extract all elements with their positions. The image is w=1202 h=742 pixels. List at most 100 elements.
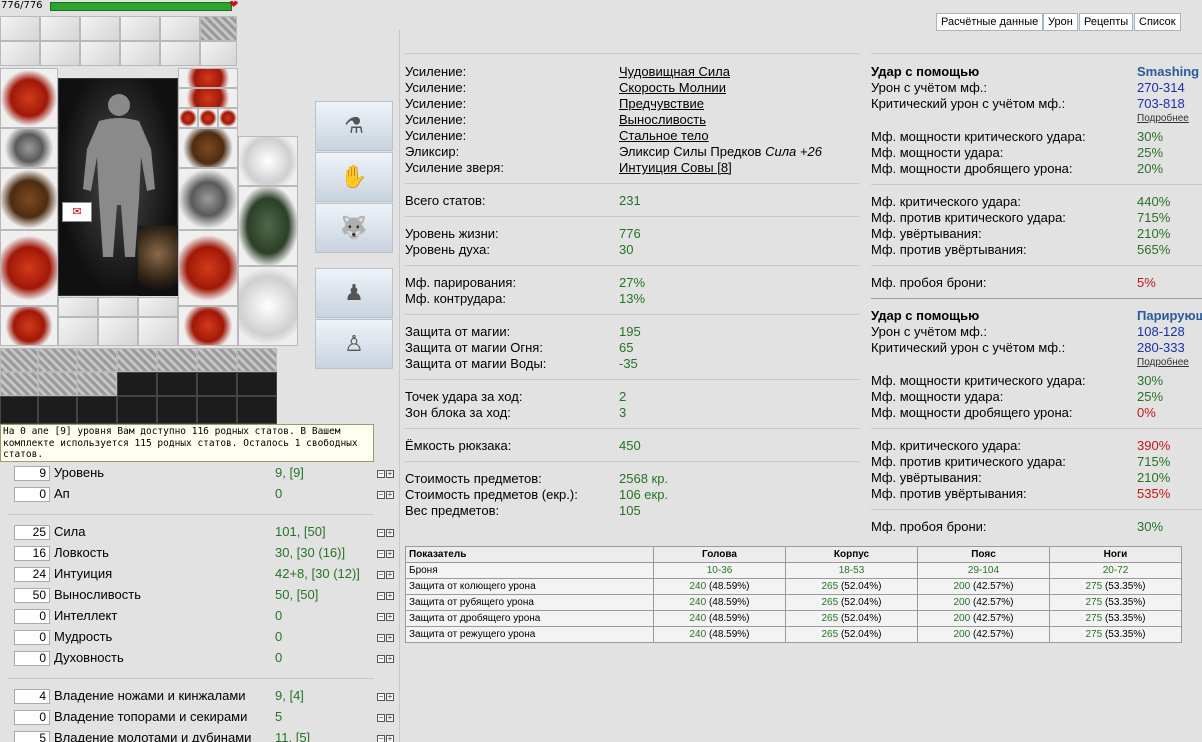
bracers-slot[interactable] xyxy=(0,128,58,168)
leggings-slot[interactable] xyxy=(178,230,238,306)
scroll-slot[interactable] xyxy=(120,41,160,66)
weapon-trident-slot[interactable] xyxy=(178,168,238,230)
plus-icon[interactable]: + xyxy=(386,550,394,558)
minus-icon[interactable]: − xyxy=(377,550,385,558)
belt-item-slot[interactable] xyxy=(38,348,77,372)
stat-stepper[interactable]: − + xyxy=(377,713,398,723)
stat-input[interactable]: 50 xyxy=(14,588,50,603)
more-link[interactable]: Подробнее xyxy=(1137,113,1189,124)
effect-link[interactable]: Интуиция Совы [8] xyxy=(619,160,732,175)
stat-stepper[interactable]: − + xyxy=(377,654,398,664)
minus-icon[interactable]: − xyxy=(377,571,385,579)
stat-stepper[interactable]: − + xyxy=(377,612,398,622)
stat-input[interactable]: 4 xyxy=(14,689,50,704)
ring-slot[interactable] xyxy=(98,297,138,317)
stat-stepper[interactable]: − + xyxy=(377,692,398,702)
effect-link[interactable]: Стальное тело xyxy=(619,128,709,143)
tab-calculated-data[interactable]: Расчётные данные xyxy=(936,13,1044,31)
rune-slot[interactable] xyxy=(117,396,157,424)
stat-stepper[interactable]: − + xyxy=(377,570,398,580)
plus-icon[interactable]: + xyxy=(386,491,394,499)
belt-item-slot[interactable] xyxy=(38,372,77,396)
scroll-slot[interactable] xyxy=(0,16,40,41)
shirt-slot[interactable] xyxy=(238,186,298,266)
stat-input[interactable]: 5 xyxy=(14,731,50,742)
belt-item-slot[interactable] xyxy=(77,372,117,396)
tab-list[interactable]: Список xyxy=(1134,13,1181,31)
belt-item-slot[interactable] xyxy=(197,348,237,372)
plus-icon[interactable]: + xyxy=(386,634,394,642)
rune-slot[interactable] xyxy=(77,396,117,424)
stat-input[interactable]: 0 xyxy=(14,487,50,502)
belt-item-slot[interactable] xyxy=(237,348,277,372)
plus-icon[interactable]: + xyxy=(386,613,394,621)
hands-icon[interactable]: ✋ xyxy=(315,152,393,202)
stat-input[interactable]: 0 xyxy=(14,651,50,666)
stat-stepper[interactable]: − + xyxy=(377,490,398,500)
belt-item-slot[interactable] xyxy=(157,348,197,372)
pet-icon[interactable] xyxy=(138,226,178,296)
stat-stepper[interactable]: − + xyxy=(377,734,398,742)
minus-icon[interactable]: − xyxy=(377,491,385,499)
stat-input[interactable]: 0 xyxy=(14,710,50,725)
stat-input[interactable]: 9 xyxy=(14,466,50,481)
ring-slot[interactable] xyxy=(178,108,198,128)
effect-link[interactable]: Выносливость xyxy=(619,112,706,127)
crown-slot[interactable] xyxy=(238,136,298,186)
minus-icon[interactable]: − xyxy=(377,693,385,701)
rune-slot[interactable] xyxy=(117,372,157,396)
plus-icon[interactable]: + xyxy=(386,693,394,701)
rune-slot[interactable] xyxy=(0,396,38,424)
potion-icon[interactable]: ⚗ xyxy=(315,101,393,151)
minus-icon[interactable]: − xyxy=(377,735,385,742)
more-link[interactable]: Подробнее xyxy=(1137,357,1189,368)
ring-slot[interactable] xyxy=(198,108,218,128)
stat-stepper[interactable]: − + xyxy=(377,528,398,538)
boots-slot[interactable] xyxy=(178,306,238,346)
belt-slot[interactable] xyxy=(0,306,58,346)
ring-slot[interactable] xyxy=(218,108,238,128)
belt-item-slot[interactable] xyxy=(0,348,38,372)
stat-input[interactable]: 0 xyxy=(14,609,50,624)
plus-icon[interactable]: + xyxy=(386,571,394,579)
ring-slot[interactable] xyxy=(98,317,138,346)
rune-slot[interactable] xyxy=(157,396,197,424)
rune-slot[interactable] xyxy=(38,396,77,424)
scroll-slot[interactable] xyxy=(40,16,80,41)
ring-slot[interactable] xyxy=(138,297,178,317)
minus-icon[interactable]: − xyxy=(377,529,385,537)
minus-icon[interactable]: − xyxy=(377,613,385,621)
rune-slot[interactable] xyxy=(157,372,197,396)
rune-slot[interactable] xyxy=(237,396,277,424)
ring-slot[interactable] xyxy=(58,297,98,317)
stat-stepper[interactable]: − + xyxy=(377,633,398,643)
stat-stepper[interactable]: − + xyxy=(377,591,398,601)
belt-item-slot[interactable] xyxy=(117,348,157,372)
minus-icon[interactable]: − xyxy=(377,592,385,600)
scroll-slot[interactable] xyxy=(80,41,120,66)
helmet-slot[interactable] xyxy=(0,68,58,128)
plus-icon[interactable]: + xyxy=(386,714,394,722)
amulet-slot[interactable] xyxy=(178,88,238,108)
stat-input[interactable]: 16 xyxy=(14,546,50,561)
minus-icon[interactable]: − xyxy=(377,470,385,478)
scroll-slot[interactable] xyxy=(160,16,200,41)
scroll-slot[interactable] xyxy=(120,16,160,41)
statue-icon[interactable]: ♙ xyxy=(315,319,393,369)
plus-icon[interactable]: + xyxy=(386,592,394,600)
effect-link[interactable]: Скорость Молнии xyxy=(619,80,726,95)
figure-icon[interactable]: ♟ xyxy=(315,268,393,318)
stat-input[interactable]: 0 xyxy=(14,630,50,645)
scroll-slot[interactable] xyxy=(200,16,237,41)
effect-link[interactable]: Чудовищная Сила xyxy=(619,64,730,79)
scroll-slot[interactable] xyxy=(40,41,80,66)
effect-link[interactable]: Предчувствие xyxy=(619,96,704,111)
stat-input[interactable]: 25 xyxy=(14,525,50,540)
minus-icon[interactable]: − xyxy=(377,655,385,663)
gloves-slot[interactable] xyxy=(178,128,238,168)
stat-stepper[interactable]: − + xyxy=(377,469,398,479)
minus-icon[interactable]: − xyxy=(377,634,385,642)
belt-item-slot[interactable] xyxy=(0,372,38,396)
tab-damage[interactable]: Урон xyxy=(1043,13,1078,31)
cloak-slot[interactable] xyxy=(238,266,298,346)
